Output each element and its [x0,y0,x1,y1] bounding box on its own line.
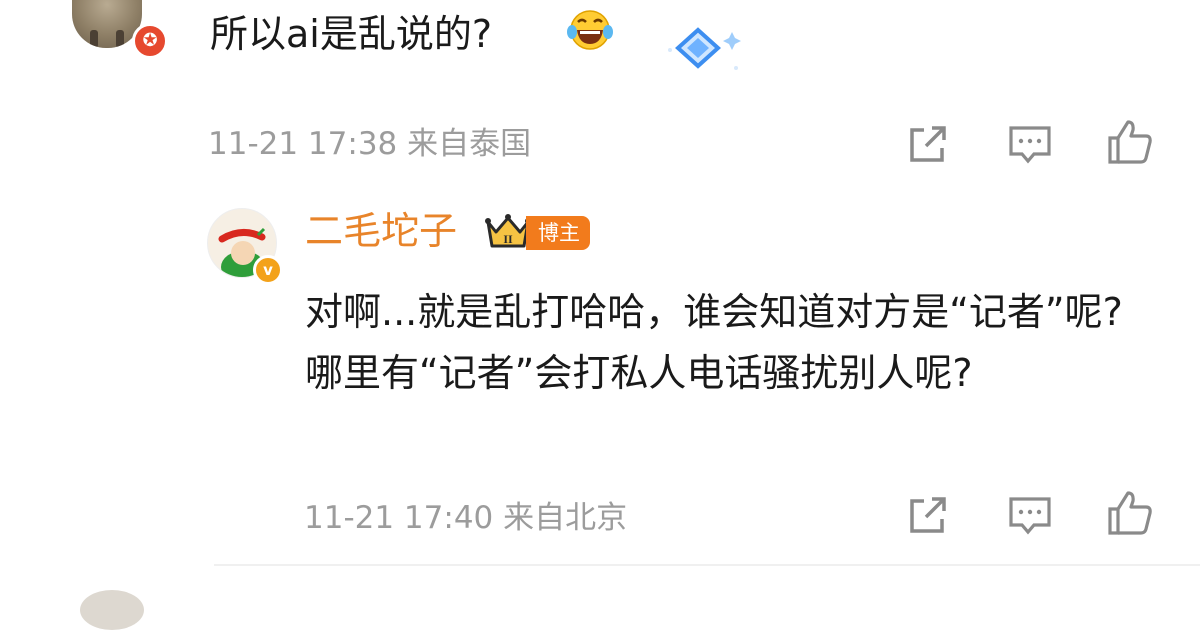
share-icon[interactable] [904,491,952,539]
username-link[interactable]: 二毛坨子 [305,206,457,256]
comment-icon[interactable] [1006,491,1054,539]
laughing-tears-emoji-icon [567,10,613,50]
diamond-sparkle-icon [668,27,741,70]
next-commenter-avatar[interactable] [80,590,144,630]
verified-badge-icon: v [253,255,283,285]
thumbs-up-icon[interactable] [1106,118,1154,166]
reply-text: 对啊...就是乱打哈哈，谁会知道对方是“记者”呢?哪里有“记者”会打私人电话骚扰… [305,290,1123,395]
share-icon[interactable] [904,120,952,168]
comment-text: 所以ai是乱说的? [210,12,493,56]
star-badge-icon: ✪ [132,23,168,59]
divider [214,564,1200,566]
svg-text:II: II [503,232,513,246]
blogger-tag: 博主 [526,216,590,250]
comment-icon[interactable] [1006,120,1054,168]
comment-meta: 11-21 17:38 来自泰国 [208,126,532,162]
thumbs-up-icon[interactable] [1106,489,1154,537]
reply-meta: 11-21 17:40 来自北京 [304,500,628,536]
crown-level-icon: II [485,214,531,248]
